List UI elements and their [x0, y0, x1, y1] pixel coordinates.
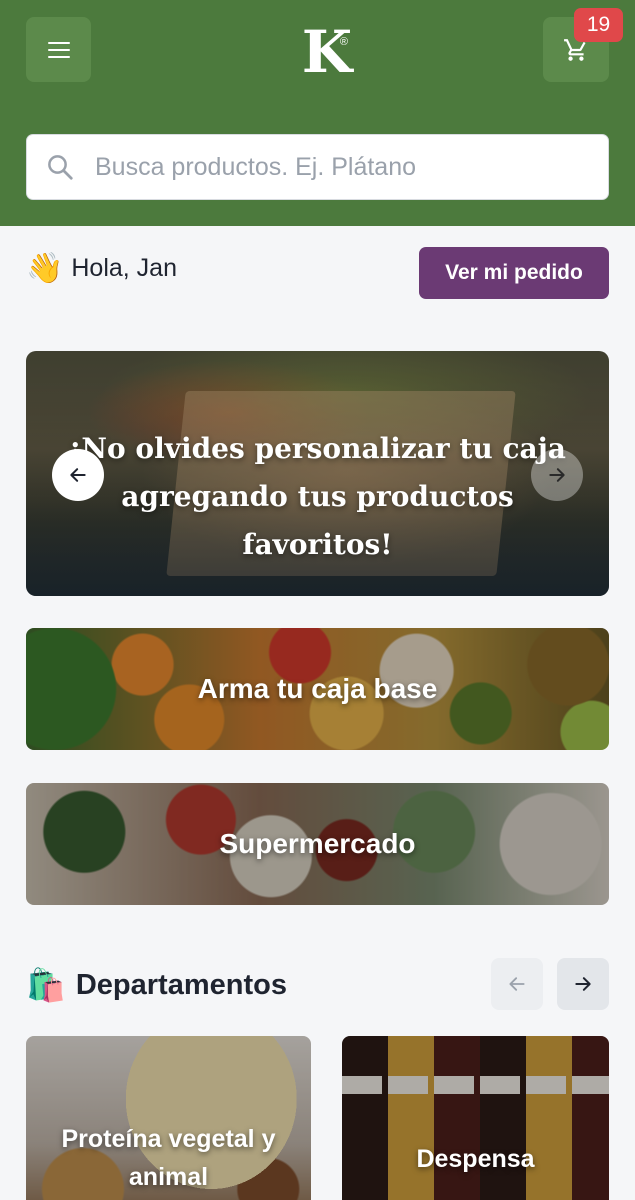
menu-button[interactable]	[26, 17, 91, 82]
greeting-text: Hola, Jan	[71, 253, 177, 282]
card-label: Arma tu caja base	[197, 673, 438, 704]
search-bar[interactable]	[26, 134, 609, 200]
app-header: K ® 19	[0, 0, 635, 226]
shopping-bags-icon: 🛍️	[26, 967, 66, 1003]
card-label: Supermercado	[219, 828, 416, 859]
arrow-right-icon	[575, 977, 591, 991]
cart-count-badge: 19	[574, 8, 623, 42]
card-supermarket[interactable]: Supermercado	[26, 783, 609, 905]
department-label: Despensa	[416, 1145, 535, 1173]
department-label: Proteína vegetal y animal	[61, 1125, 276, 1191]
departments-next-button[interactable]	[557, 958, 609, 1010]
departments-heading: 🛍️ Departamentos	[26, 964, 287, 1006]
search-input[interactable]	[95, 152, 608, 182]
promo-banner[interactable]: ¡No olvides personalizar tu caja agregan…	[26, 351, 609, 596]
banner-text: ¡No olvides personalizar tu caja agregan…	[69, 432, 566, 561]
departments-prev-button[interactable]	[491, 958, 543, 1010]
logo[interactable]: K ®	[296, 22, 356, 82]
arrow-left-icon	[509, 977, 525, 991]
hamburger-menu-icon	[47, 41, 70, 58]
departments-title: Departamentos	[75, 968, 287, 1001]
arrow-right-icon	[549, 468, 565, 482]
arrow-left-icon	[70, 468, 86, 482]
card-build-base-box[interactable]: Arma tu caja base	[26, 628, 609, 750]
department-card-protein[interactable]: Proteína vegetal y animal	[26, 1036, 311, 1200]
department-card-pantry[interactable]: Despensa	[342, 1036, 609, 1200]
search-icon	[48, 155, 73, 180]
greeting: 👋 Hola, Jan	[26, 250, 177, 286]
registered-mark: ®	[339, 36, 348, 48]
waving-hand-icon: 👋	[26, 251, 64, 285]
carousel-prev-button[interactable]	[52, 449, 104, 501]
view-order-button[interactable]: Ver mi pedido	[419, 247, 609, 299]
logo-letter: K	[301, 18, 352, 86]
carousel-next-button[interactable]	[531, 449, 583, 501]
